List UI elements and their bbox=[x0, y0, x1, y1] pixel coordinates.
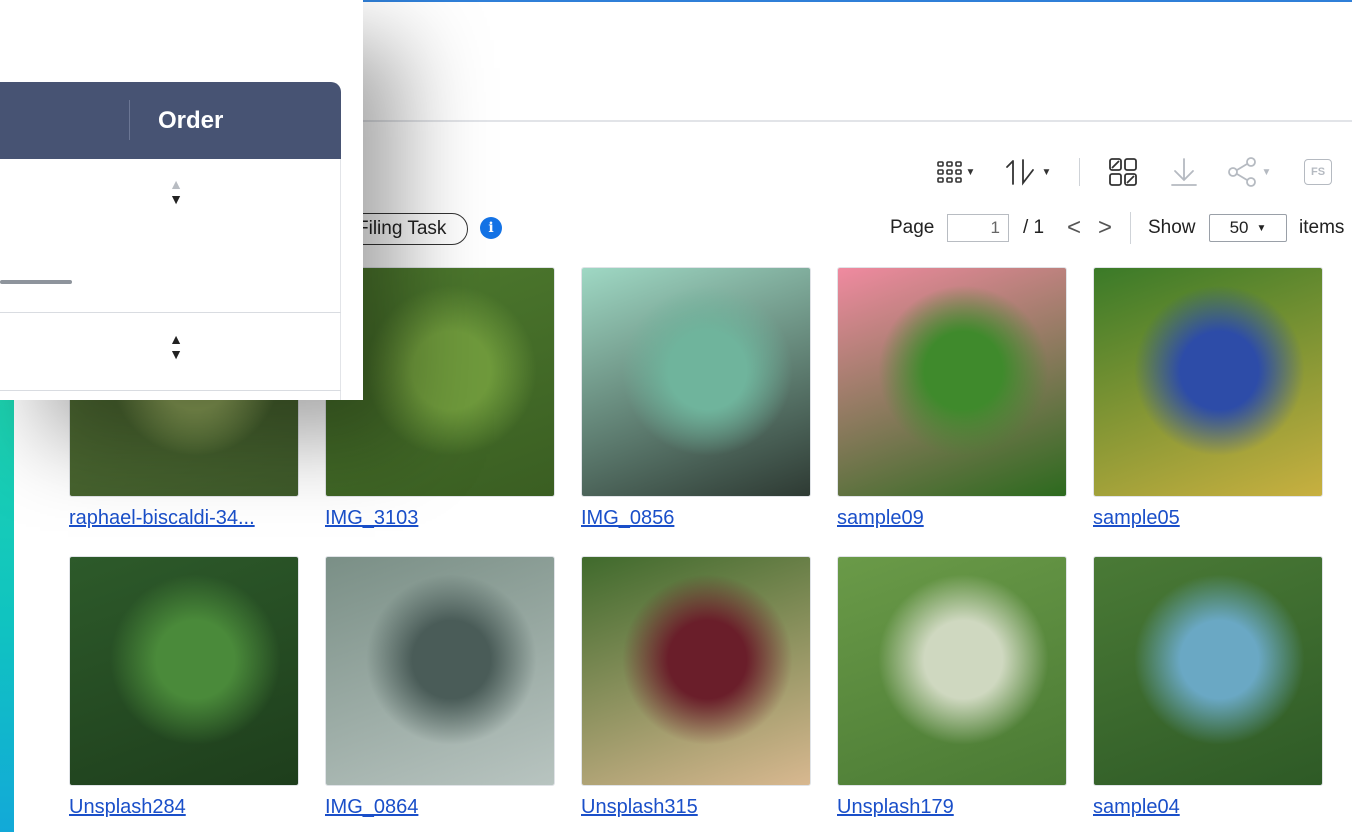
download-icon bbox=[1171, 158, 1197, 186]
total-pages: / 1 bbox=[1023, 217, 1045, 238]
photo-thumbnail[interactable] bbox=[1093, 556, 1323, 786]
row-divider bbox=[0, 390, 341, 391]
prev-page-button[interactable]: < bbox=[1067, 214, 1081, 242]
photo-filename-link[interactable]: Unsplash315 bbox=[581, 796, 698, 819]
photo-filename-link[interactable]: Unsplash179 bbox=[837, 796, 954, 819]
info-icon[interactable]: i bbox=[480, 217, 502, 239]
header-divider bbox=[360, 120, 1352, 122]
items-label: items bbox=[1299, 217, 1345, 238]
chevron-down-icon: ▼ bbox=[1041, 166, 1052, 178]
photo-image bbox=[70, 557, 298, 785]
fs-icon: FS bbox=[1304, 159, 1332, 185]
arrow-up-icon[interactable]: ▲ bbox=[168, 177, 184, 192]
photo-thumbnail[interactable] bbox=[581, 267, 811, 497]
photo-image bbox=[582, 557, 810, 785]
select-all-button[interactable] bbox=[1102, 152, 1144, 192]
row-divider bbox=[0, 312, 341, 313]
items-per-page-select[interactable]: 50 ▼ bbox=[1209, 214, 1287, 242]
photo-thumbnail[interactable] bbox=[837, 267, 1067, 497]
scroll-slider-track[interactable] bbox=[0, 280, 72, 284]
sort-icon bbox=[1005, 159, 1034, 186]
sort-panel: Order ▲ ▼ ▲ ▼ bbox=[0, 0, 363, 400]
pagination: Page / 1 < > Show 50 ▼ items bbox=[880, 212, 1352, 244]
sort-panel-body: ▲ ▼ ▲ ▼ bbox=[0, 159, 341, 400]
photo-thumbnail[interactable] bbox=[69, 556, 299, 786]
photo-filename-link[interactable]: Unsplash284 bbox=[69, 796, 186, 819]
select-all-icon bbox=[1109, 158, 1137, 186]
photo-image bbox=[1094, 557, 1322, 785]
photo-thumbnail[interactable] bbox=[325, 556, 555, 786]
photo-filename-link[interactable]: IMG_0864 bbox=[325, 796, 418, 819]
photo-thumbnail[interactable] bbox=[1093, 267, 1323, 497]
page-number-input[interactable] bbox=[947, 214, 1009, 242]
arrow-up-icon[interactable]: ▲ bbox=[168, 332, 184, 347]
header-column-divider bbox=[129, 100, 130, 140]
download-button[interactable] bbox=[1164, 152, 1204, 192]
photo-image bbox=[838, 268, 1066, 496]
arrow-down-icon[interactable]: ▼ bbox=[168, 347, 184, 362]
photo-filename-link[interactable]: sample09 bbox=[837, 507, 924, 530]
photo-filename-link[interactable]: raphael-biscaldi-34... bbox=[69, 507, 255, 530]
photo-thumbnail[interactable] bbox=[581, 556, 811, 786]
share-icon bbox=[1227, 157, 1256, 187]
toolbar-separator bbox=[1079, 158, 1080, 186]
photo-image bbox=[582, 268, 810, 496]
arrow-down-icon[interactable]: ▼ bbox=[168, 192, 184, 207]
filestation-button[interactable]: FS bbox=[1298, 152, 1338, 192]
view-mode-button[interactable]: ▼ bbox=[930, 152, 982, 192]
photo-image bbox=[838, 557, 1066, 785]
next-page-button[interactable]: > bbox=[1098, 214, 1112, 242]
sort-button[interactable]: ▼ bbox=[1000, 152, 1056, 192]
order-arrows-row-2[interactable]: ▲ ▼ bbox=[168, 332, 184, 362]
pager-separator bbox=[1130, 212, 1131, 244]
filing-task-label: Filing Task bbox=[357, 218, 447, 239]
order-column-header: Order bbox=[158, 107, 224, 134]
grid-view-icon bbox=[936, 161, 962, 183]
photo-thumbnail[interactable] bbox=[837, 556, 1067, 786]
order-arrows-row-1[interactable]: ▲ ▼ bbox=[168, 177, 184, 207]
sort-panel-header: Order bbox=[0, 82, 341, 159]
left-sidebar-strip bbox=[0, 400, 14, 832]
chevron-down-icon: ▼ bbox=[1256, 222, 1267, 234]
page-label: Page bbox=[890, 217, 935, 238]
photo-filename-link[interactable]: IMG_3103 bbox=[325, 507, 418, 530]
items-per-page-value: 50 bbox=[1229, 218, 1249, 237]
photo-filename-link[interactable]: IMG_0856 bbox=[581, 507, 674, 530]
photo-image bbox=[1094, 268, 1322, 496]
share-button[interactable]: ▼ bbox=[1222, 152, 1276, 192]
photo-image bbox=[326, 557, 554, 785]
photo-filename-link[interactable]: sample04 bbox=[1093, 796, 1180, 819]
chevron-down-icon: ▼ bbox=[1261, 166, 1272, 178]
chevron-down-icon: ▼ bbox=[965, 166, 976, 178]
photo-filename-link[interactable]: sample05 bbox=[1093, 507, 1180, 530]
show-label: Show bbox=[1148, 217, 1196, 238]
toolbar: ▼ ▼ ▼ FS bbox=[920, 152, 1352, 192]
